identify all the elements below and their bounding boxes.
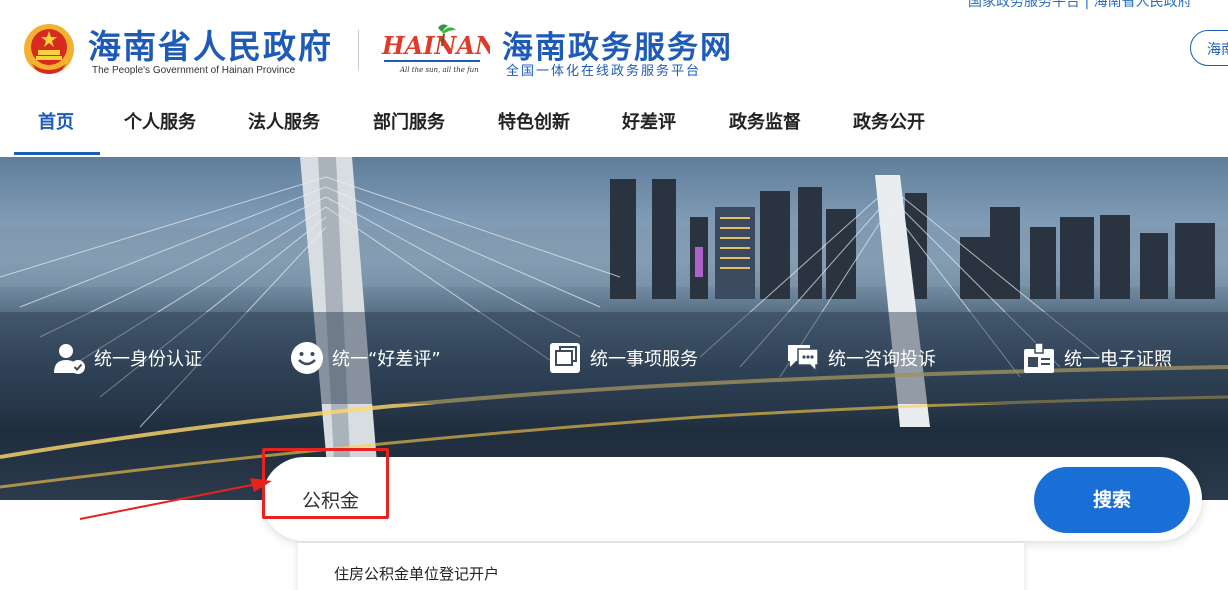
- service-portal-subtitle: 全国一体化在线政务服务平台: [506, 64, 702, 79]
- site-header: 海南省人民政府 The People's Government of Haina…: [0, 0, 1228, 100]
- id-card-icon: [1024, 342, 1054, 373]
- gov-subtitle: The People's Government of Hainan Provin…: [92, 65, 296, 76]
- nav-item-home[interactable]: 首页: [38, 108, 74, 134]
- feature-bar: 统一身份认证 统一“好差评” 统一事项服务 统一咨询投诉 统一电子证照: [0, 312, 1228, 404]
- header-divider: [358, 30, 359, 70]
- feature-rating[interactable]: 统一“好差评”: [290, 338, 441, 378]
- suggestion-item[interactable]: 住房公积金单位登记开户: [334, 563, 499, 584]
- national-emblem-icon: [24, 24, 74, 74]
- chat-bubble-icon: [788, 345, 819, 373]
- nav-item-rating[interactable]: 好差评: [622, 108, 676, 134]
- region-switch-button[interactable]: 海南: [1190, 30, 1228, 66]
- hainan-logo-slogan: All the sun, all the fun: [399, 66, 479, 74]
- smiley-icon: [291, 342, 323, 374]
- nav-item-featured-innovation[interactable]: 特色创新: [498, 108, 570, 134]
- feature-label: 统一电子证照: [1064, 349, 1172, 370]
- nav-item-department-service[interactable]: 部门服务: [373, 108, 445, 134]
- annotation-highlight-box: [262, 448, 389, 519]
- stacked-windows-icon: [550, 343, 580, 373]
- nav-active-indicator: [14, 152, 100, 155]
- feature-label: 统一事项服务: [590, 349, 698, 370]
- user-verified-icon: [54, 344, 85, 374]
- nav-item-supervision[interactable]: 政务监督: [729, 108, 801, 134]
- feature-consult-complaint[interactable]: 统一咨询投诉: [786, 338, 936, 378]
- search-box: 搜索: [262, 457, 1202, 541]
- search-suggestions: 住房公积金单位登记开户: [298, 543, 1024, 590]
- nav-item-legal-entity-service[interactable]: 法人服务: [248, 108, 320, 134]
- search-button[interactable]: 搜索: [1034, 467, 1190, 533]
- main-nav: 首页 个人服务 法人服务 部门服务 特色创新 好差评 政务监督 政务公开: [0, 100, 1228, 158]
- feature-label: 统一身份认证: [94, 349, 202, 370]
- feature-label: 统一咨询投诉: [828, 349, 936, 370]
- gov-title[interactable]: 海南省人民政府: [88, 20, 333, 68]
- hero-banner: 统一身份认证 统一“好差评” 统一事项服务 统一咨询投诉 统一电子证照: [0, 157, 1228, 500]
- feature-label: 统一“好差评”: [332, 349, 441, 370]
- hainan-logo[interactable]: HAINAN All the sun, all the fun: [378, 20, 490, 78]
- nav-item-personal-service[interactable]: 个人服务: [124, 108, 196, 134]
- page: 国家政务服务平台 | 海南省人民政府 海南省人民政府 The People's …: [0, 0, 1228, 590]
- search-input[interactable]: [302, 481, 982, 517]
- feature-item-service[interactable]: 统一事项服务: [548, 338, 698, 378]
- feature-identity-auth[interactable]: 统一身份认证: [52, 338, 202, 378]
- hainan-logo-text: HAINAN: [381, 31, 490, 60]
- nav-item-public-affairs[interactable]: 政务公开: [853, 108, 925, 134]
- feature-e-license[interactable]: 统一电子证照: [1022, 338, 1172, 378]
